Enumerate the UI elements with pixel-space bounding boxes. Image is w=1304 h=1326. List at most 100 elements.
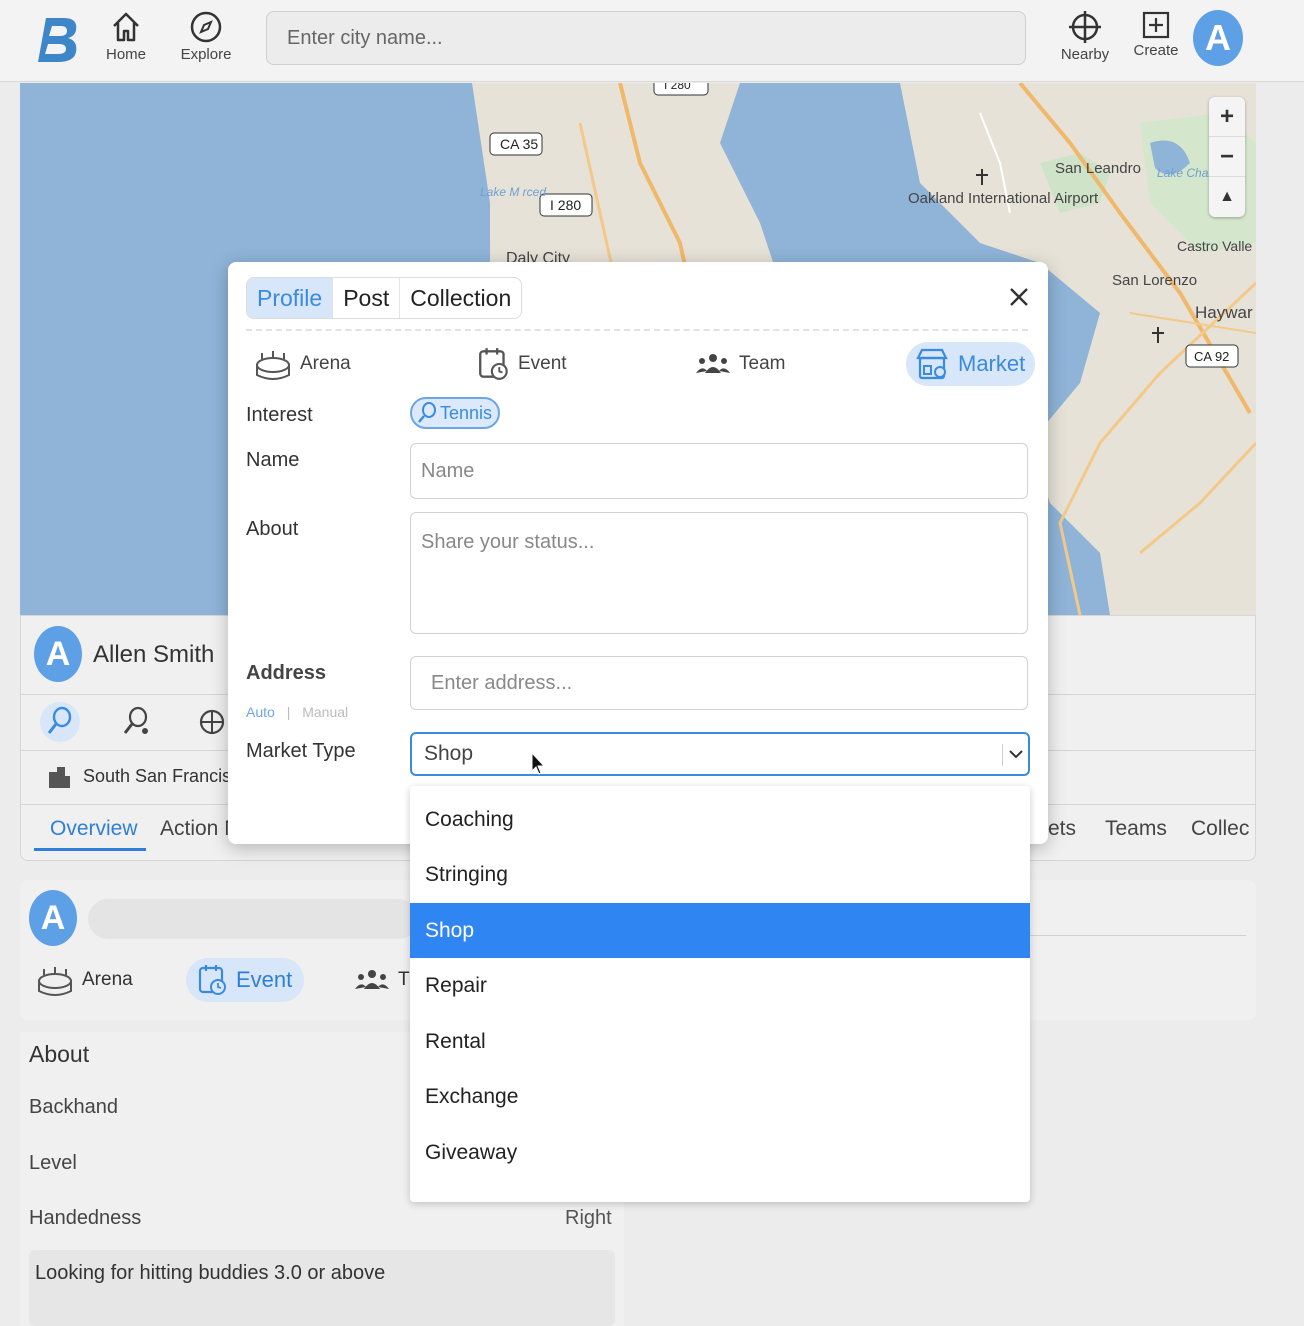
about-title: About (29, 1041, 90, 1067)
nav-explore-label: Explore (180, 46, 232, 63)
tab-profile[interactable]: Profile (247, 278, 334, 318)
address-mode-toggle: Auto | Manual (246, 704, 348, 720)
active-tab-indicator (34, 848, 146, 851)
map-label-i280-top: I 280 (664, 83, 691, 92)
address-mode-separator: | (286, 704, 291, 720)
map-zoom-control: + − ▲ (1209, 97, 1245, 217)
address-label: Address (246, 662, 327, 684)
option-giveaway[interactable]: Giveaway (410, 1125, 1030, 1180)
map-label-ca92: CA 92 (1194, 349, 1229, 364)
chevron-down-icon[interactable] (1006, 744, 1026, 764)
tab-overview[interactable]: Overview (50, 817, 138, 841)
profile-location: South San Francis (83, 766, 232, 786)
about-handedness-label: Handedness (29, 1207, 142, 1229)
compass-reset-button[interactable]: ▲ (1209, 177, 1245, 217)
name-label: Name (246, 449, 300, 471)
name-input[interactable] (410, 443, 1028, 499)
category-arena-label: Arena (300, 353, 351, 374)
nav-home[interactable]: Home (91, 10, 161, 70)
tab-sets[interactable]: ets (1048, 817, 1076, 841)
market-type-dropdown: Coaching Stringing Shop Repair Rental Ex… (410, 786, 1030, 1202)
basketball-icon (199, 709, 225, 735)
market-type-label: Market Type (246, 740, 356, 762)
team-icon (696, 354, 730, 373)
profile-sport-badminton[interactable] (116, 702, 156, 742)
composer-arena-label: Arena (82, 969, 133, 990)
category-event[interactable]: Event (478, 342, 567, 386)
about-label: About (246, 518, 299, 540)
profile-name: Allen Smith (93, 641, 215, 668)
divider (1030, 935, 1246, 936)
about-textarea[interactable] (410, 512, 1028, 634)
map-label-ca35: CA 35 (500, 136, 538, 152)
market-type-select[interactable]: Shop (410, 732, 1030, 776)
calendar-clock-icon (198, 965, 226, 995)
compass-icon (190, 11, 222, 43)
tab-collection[interactable]: Collection (400, 278, 521, 318)
about-level-label: Level (29, 1152, 77, 1174)
city-search-input[interactable] (266, 11, 1026, 65)
about-note: Looking for hitting buddies 3.0 or above (29, 1250, 615, 1326)
interest-label: Interest (246, 404, 313, 426)
zoom-out-button[interactable]: − (1209, 137, 1245, 177)
composer-event-label: Event (236, 967, 293, 992)
option-shop[interactable]: Shop (410, 903, 1030, 958)
category-market[interactable]: Market (906, 342, 1036, 386)
close-icon[interactable] (1004, 282, 1034, 312)
tab-teams[interactable]: Teams (1105, 817, 1167, 841)
divider (246, 329, 1028, 331)
profile-sport-basketball[interactable] (192, 702, 232, 742)
composer-event[interactable]: Event (186, 958, 305, 1002)
category-event-label: Event (518, 353, 567, 374)
option-stringing[interactable]: Stringing (410, 847, 1030, 902)
nav-nearby[interactable]: Nearby (1050, 10, 1120, 70)
nav-home-label: Home (105, 46, 146, 63)
option-coaching[interactable]: Coaching (410, 792, 1030, 847)
address-input[interactable] (410, 656, 1028, 710)
profile-avatar[interactable]: A (34, 626, 82, 682)
address-mode-auto[interactable]: Auto (246, 704, 275, 720)
option-repair[interactable]: Repair (410, 958, 1030, 1013)
category-market-label: Market (958, 351, 1026, 376)
top-navbar: Home Explore Nearby Create A (0, 0, 1304, 82)
option-exchange[interactable]: Exchange (410, 1069, 1030, 1124)
tab-post[interactable]: Post (333, 278, 401, 318)
calendar-clock-icon (479, 348, 508, 380)
nav-create-label: Create (1133, 42, 1179, 59)
about-handedness-value: Right (565, 1207, 612, 1229)
badminton-icon (123, 706, 148, 734)
city-buildings-icon (49, 767, 70, 788)
user-avatar[interactable]: A (1193, 10, 1243, 66)
composer-arena[interactable]: Arena (36, 958, 133, 1002)
zoom-in-button[interactable]: + (1209, 97, 1245, 137)
map-label-lake-merced: Lake M rced (480, 185, 546, 199)
nav-explore[interactable]: Explore (171, 10, 241, 70)
team-icon (355, 970, 389, 989)
interest-chip-tennis[interactable]: Tennis (410, 397, 501, 429)
mouse-cursor-icon (531, 752, 546, 775)
tab-collections[interactable]: Collec (1191, 817, 1249, 841)
modal-tab-group: Profile Post Collection (246, 277, 523, 319)
category-arena[interactable]: Arena (254, 342, 351, 386)
nav-nearby-label: Nearby (1060, 46, 1110, 63)
composer-team[interactable]: T (354, 958, 410, 1002)
composer-input[interactable] (88, 899, 418, 939)
stadium-icon (256, 351, 290, 380)
map-label-hayward: Haywar (1195, 303, 1253, 322)
address-mode-manual[interactable]: Manual (302, 704, 348, 720)
profile-sport-tennis[interactable] (40, 702, 80, 742)
map-label-san-leandro: San Leandro (1055, 160, 1141, 177)
plus-square-icon (1142, 11, 1170, 39)
map-label-san-lorenzo: San Lorenzo (1112, 272, 1197, 289)
category-team[interactable]: Team (695, 342, 785, 386)
composer-avatar[interactable]: A (29, 890, 77, 946)
option-rental[interactable]: Rental (410, 1014, 1030, 1069)
tennis-racket-icon (418, 402, 436, 423)
interest-chip-label: Tennis (440, 402, 493, 423)
select-divider (1002, 744, 1003, 766)
brand-logo[interactable] (36, 14, 84, 64)
tennis-racket-icon (47, 706, 72, 734)
nav-create[interactable]: Create (1121, 10, 1191, 70)
map-label-i280: I 280 (550, 197, 581, 213)
home-icon (113, 12, 139, 42)
